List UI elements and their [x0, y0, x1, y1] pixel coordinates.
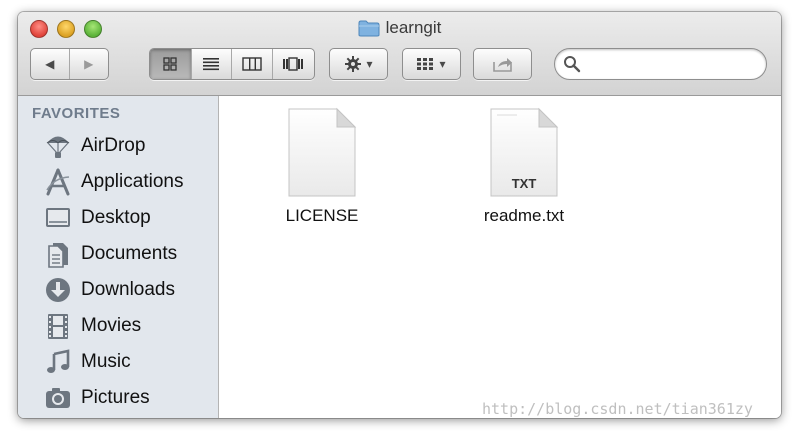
- finder-window: learngit ◀ ▶ ▾ ▾ FAVORITES AirDrop Appli…: [18, 12, 781, 418]
- music-icon: [43, 347, 73, 377]
- sidebar-item-desktop[interactable]: Desktop: [18, 200, 219, 236]
- file-browser: LICENSE TXT readme.txt: [220, 96, 781, 418]
- back-arrow-icon: ◀: [45, 57, 55, 71]
- file-type-badge: TXT: [511, 176, 537, 191]
- window-title: learngit: [18, 18, 781, 38]
- sidebar-item-label: Pictures: [81, 387, 150, 408]
- back-forward-group: ◀ ▶: [30, 48, 109, 80]
- forward-arrow-icon: ▶: [84, 57, 94, 71]
- desktop-icon: [43, 203, 73, 233]
- sidebar-item-applications[interactable]: Applications: [18, 164, 219, 200]
- coverflow-view-button[interactable]: [273, 49, 314, 79]
- sidebar-item-downloads[interactable]: Downloads: [18, 272, 219, 308]
- document-file-icon: [287, 106, 357, 198]
- sidebar: FAVORITES AirDrop Applications Desktop D…: [18, 96, 219, 418]
- movies-icon: [43, 311, 73, 341]
- titlebar: learngit ◀ ▶ ▾ ▾: [18, 12, 781, 96]
- folder-icon: [358, 20, 380, 37]
- watermark-text: http://blog.csdn.net/tian361zy: [482, 400, 753, 418]
- downloads-icon: [43, 275, 73, 305]
- sidebar-item-music[interactable]: Music: [18, 344, 219, 380]
- list-view-icon: [203, 58, 220, 71]
- file-name: readme.txt: [483, 206, 565, 225]
- toolbar: ◀ ▶ ▾ ▾: [30, 48, 769, 82]
- column-view-button[interactable]: [232, 49, 273, 79]
- sidebar-item-label: Documents: [81, 243, 178, 264]
- list-view-button[interactable]: [192, 49, 233, 79]
- documents-icon: [43, 239, 73, 269]
- sidebar-item-label: Movies: [81, 315, 142, 336]
- sidebar-item-label: Desktop: [81, 207, 151, 228]
- airdrop-icon: [43, 131, 73, 161]
- window-title-text: learngit: [385, 18, 442, 37]
- sidebar-item-label: AirDrop: [81, 135, 146, 156]
- sidebar-item-label: Music: [81, 351, 131, 372]
- back-button[interactable]: ◀: [31, 49, 70, 79]
- applications-icon: [43, 167, 73, 197]
- search-input[interactable]: [585, 54, 755, 74]
- text-file-icon: TXT: [489, 106, 559, 198]
- chevron-down-icon: ▾: [439, 57, 446, 71]
- sidebar-item-documents[interactable]: Documents: [18, 236, 219, 272]
- column-view-icon: [242, 57, 262, 71]
- gear-icon: [345, 56, 362, 72]
- sidebar-item-movies[interactable]: Movies: [18, 308, 219, 344]
- file-name: LICENSE: [285, 206, 359, 225]
- action-menu-button[interactable]: ▾: [329, 48, 388, 80]
- file-item-readme[interactable]: TXT readme.txt: [464, 106, 584, 226]
- sidebar-item-airdrop[interactable]: AirDrop: [18, 128, 219, 164]
- favorites-header: FAVORITES: [32, 105, 121, 122]
- icon-view-button[interactable]: [150, 49, 192, 79]
- chevron-down-icon: ▾: [366, 57, 373, 71]
- forward-button[interactable]: ▶: [70, 49, 109, 79]
- coverflow-view-icon: [283, 57, 304, 71]
- sidebar-item-pictures[interactable]: Pictures: [18, 380, 219, 416]
- search-icon: [564, 56, 581, 73]
- view-mode-group: [149, 48, 315, 80]
- share-icon: [492, 58, 512, 72]
- file-item-license[interactable]: LICENSE: [262, 106, 382, 226]
- pictures-icon: [43, 383, 73, 413]
- arrange-grid-icon: [417, 58, 434, 70]
- share-button[interactable]: [473, 48, 532, 80]
- sidebar-item-label: Downloads: [81, 279, 175, 300]
- arrange-menu-button[interactable]: ▾: [402, 48, 461, 80]
- sidebar-item-label: Applications: [81, 171, 184, 192]
- icon-view-icon: [163, 57, 177, 71]
- search-field[interactable]: [554, 48, 767, 80]
